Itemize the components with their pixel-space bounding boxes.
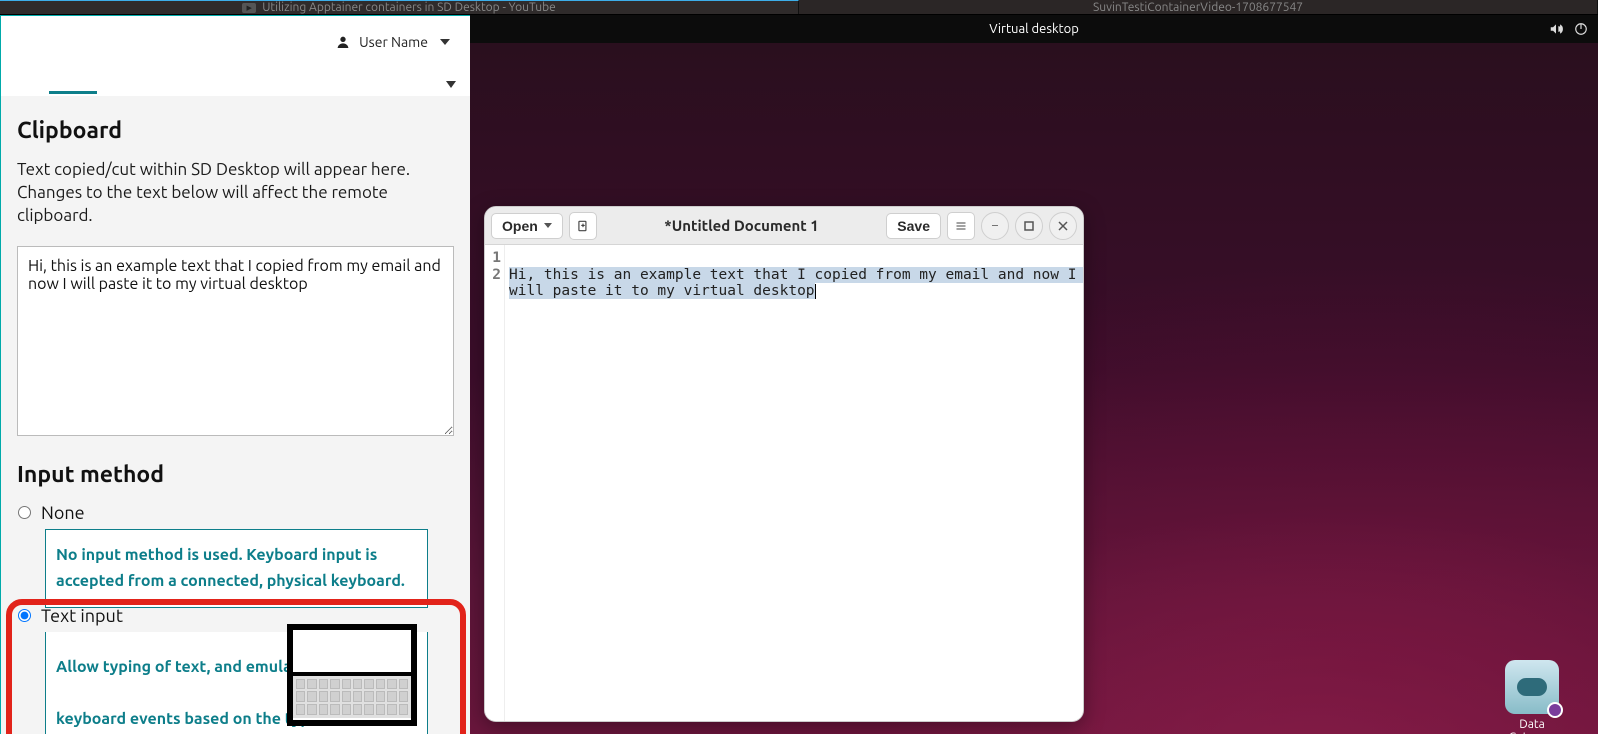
- input-method-textinput-desc: Allow typing of text, and emulate keyboa…: [45, 632, 428, 734]
- new-document-icon: [576, 219, 590, 233]
- close-icon: [1058, 221, 1068, 231]
- editor-text-area[interactable]: Hi, this is an example text that I copie…: [505, 245, 1083, 721]
- clipboard-textarea[interactable]: [17, 246, 454, 436]
- desktop-wallpaper[interactable]: Open *Untitled Document 1 Save –: [470, 43, 1598, 734]
- save-button[interactable]: Save: [886, 213, 941, 239]
- clipboard-description: Text copied/cut within SD Desktop will a…: [17, 159, 454, 228]
- volume-icon[interactable]: [1548, 22, 1564, 36]
- text-editor-window: Open *Untitled Document 1 Save –: [484, 206, 1084, 722]
- tab-title: Utilizing Apptainer containers in SD Des…: [262, 1, 556, 14]
- new-tab-button[interactable]: [569, 212, 597, 240]
- sidebar-header: User Name: [1, 16, 470, 96]
- chevron-down-icon: [544, 223, 552, 228]
- main-area: User Name Clipboard Text copied/cut with…: [0, 15, 1598, 734]
- youtube-icon: ▶: [242, 3, 256, 13]
- chevron-down-icon: [440, 39, 450, 45]
- vd-top-bar: Virtual desktop: [470, 15, 1598, 43]
- editor-titlebar[interactable]: Open *Untitled Document 1 Save –: [485, 207, 1083, 245]
- selected-text: Hi, this is an example text that I copie…: [509, 267, 1084, 300]
- minimize-button[interactable]: –: [981, 212, 1009, 240]
- radio-none-label: None: [41, 503, 85, 523]
- close-button[interactable]: [1049, 212, 1077, 240]
- radio-textinput-label: Text input: [41, 606, 123, 626]
- link-badge-icon: [1547, 702, 1563, 718]
- input-method-heading: Input method: [17, 462, 454, 487]
- virtual-desktop-frame: Virtual desktop Open *Untitled Document …: [470, 15, 1598, 734]
- active-tab-indicator: [49, 91, 97, 94]
- browser-tab-container[interactable]: SuvinTestiContainerVideo-1708677547: [799, 0, 1598, 14]
- input-method-none-desc: No input method is used. Keyboard input …: [45, 529, 428, 608]
- browser-tab-youtube[interactable]: ▶ Utilizing Apptainer containers in SD D…: [0, 0, 799, 14]
- radio-none[interactable]: [18, 506, 31, 519]
- editor-body[interactable]: 1 2 Hi, this is an example text that I c…: [485, 245, 1083, 721]
- vd-title: Virtual desktop: [989, 22, 1079, 36]
- radio-textinput[interactable]: [18, 609, 31, 622]
- system-tray: [1548, 22, 1588, 36]
- sidebar-body: Clipboard Text copied/cut within SD Desk…: [1, 96, 470, 734]
- desktop-icon-label: Data Gateway: [1498, 718, 1566, 734]
- hamburger-button[interactable]: [947, 212, 975, 240]
- user-menu[interactable]: User Name: [335, 34, 450, 50]
- section-collapse-icon[interactable]: [446, 81, 456, 88]
- input-method-none[interactable]: None: [17, 503, 454, 523]
- text-cursor: [815, 284, 816, 299]
- keyboard-illustration: [287, 624, 417, 726]
- desktop-icon-data-gateway[interactable]: Data Gateway: [1498, 660, 1566, 734]
- person-icon: [335, 34, 351, 50]
- clipboard-heading: Clipboard: [17, 118, 454, 143]
- input-method-textinput[interactable]: Text input: [17, 606, 454, 626]
- power-icon[interactable]: [1574, 22, 1588, 36]
- browser-tab-bar: ▶ Utilizing Apptainer containers in SD D…: [0, 0, 1598, 15]
- open-button[interactable]: Open: [491, 213, 563, 239]
- hamburger-icon: [954, 220, 968, 232]
- guacamole-sidebar: User Name Clipboard Text copied/cut with…: [0, 15, 470, 734]
- data-gateway-icon: [1505, 660, 1559, 714]
- user-name-label: User Name: [359, 34, 428, 50]
- line-number-gutter: 1 2: [485, 245, 505, 721]
- maximize-button[interactable]: [1015, 212, 1043, 240]
- tab-title: SuvinTestiContainerVideo-1708677547: [1093, 1, 1303, 14]
- editor-document-title: *Untitled Document 1: [603, 217, 881, 234]
- maximize-icon: [1024, 221, 1034, 231]
